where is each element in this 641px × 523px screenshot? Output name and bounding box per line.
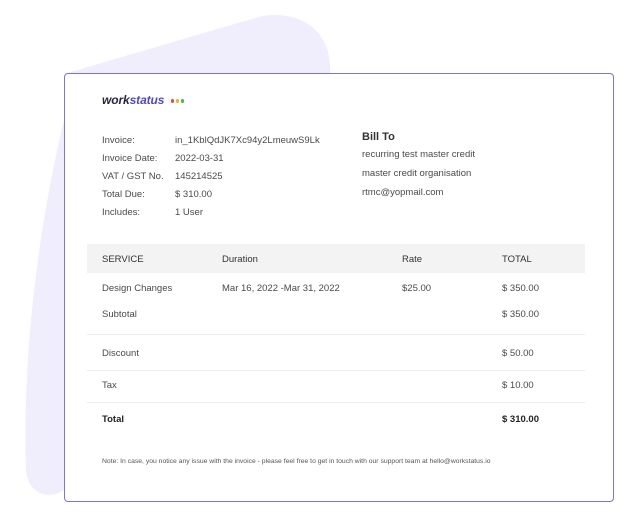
header-total: TOTAL xyxy=(502,254,532,265)
item-total: $ 350.00 xyxy=(502,283,539,294)
item-duration: Mar 16, 2022 -Mar 31, 2022 xyxy=(222,283,340,294)
header-rate: Rate xyxy=(402,254,423,265)
total-label: Total xyxy=(102,414,124,425)
workstatus-logo: workstatus xyxy=(102,93,185,107)
subtotal-value: $ 350.00 xyxy=(502,309,539,320)
total-value: $ 310.00 xyxy=(502,414,539,425)
vat-row: VAT / GST No. 145214525 xyxy=(102,171,320,189)
logo-dots-icon xyxy=(170,99,185,103)
item-service: Design Changes xyxy=(102,283,173,294)
subtotal-label: Subtotal xyxy=(102,309,137,320)
invoice-card: workstatus Invoice: in_1KblQdJK7Xc94y2Lm… xyxy=(64,73,614,502)
divider xyxy=(87,402,585,403)
discount-label: Discount xyxy=(102,348,139,359)
vat-number: 145214525 xyxy=(175,171,223,182)
header-service: SERVICE xyxy=(102,254,144,265)
discount-value: $ 50.00 xyxy=(502,348,534,359)
total-due-row: Total Due: $ 310.00 xyxy=(102,189,320,207)
invoice-meta: Invoice: in_1KblQdJK7Xc94y2LmeuwS9Lk Inv… xyxy=(102,135,320,225)
total-due: $ 310.00 xyxy=(175,189,212,200)
item-rate: $25.00 xyxy=(402,283,432,294)
invoice-preview: workstatus Invoice: in_1KblQdJK7Xc94y2Lm… xyxy=(0,0,641,523)
invoice-id-row: Invoice: in_1KblQdJK7Xc94y2LmeuwS9Lk xyxy=(102,135,320,153)
bill-to-name: recurring test master credit xyxy=(362,149,475,160)
bill-to-email: rtmc@yopmail.com xyxy=(362,187,444,198)
tax-value: $ 10.00 xyxy=(502,380,534,391)
includes-row: Includes: 1 User xyxy=(102,207,320,225)
invoice-id: in_1KblQdJK7Xc94y2LmeuwS9Lk xyxy=(175,135,320,146)
bill-to-organisation: master credit organisation xyxy=(362,168,472,179)
includes-value: 1 User xyxy=(175,207,203,218)
support-note: Note: In case, you notice any issue with… xyxy=(102,458,491,465)
divider xyxy=(87,370,585,371)
bill-to-title: Bill To xyxy=(362,131,395,143)
tax-label: Tax xyxy=(102,380,117,391)
header-duration: Duration xyxy=(222,254,258,265)
divider xyxy=(87,334,585,335)
table-header: SERVICE Duration Rate TOTAL xyxy=(87,244,585,273)
bill-to: Bill To recurring test master credit mas… xyxy=(362,131,475,206)
invoice-date: 2022-03-31 xyxy=(175,153,224,164)
invoice-date-row: Invoice Date: 2022-03-31 xyxy=(102,153,320,171)
